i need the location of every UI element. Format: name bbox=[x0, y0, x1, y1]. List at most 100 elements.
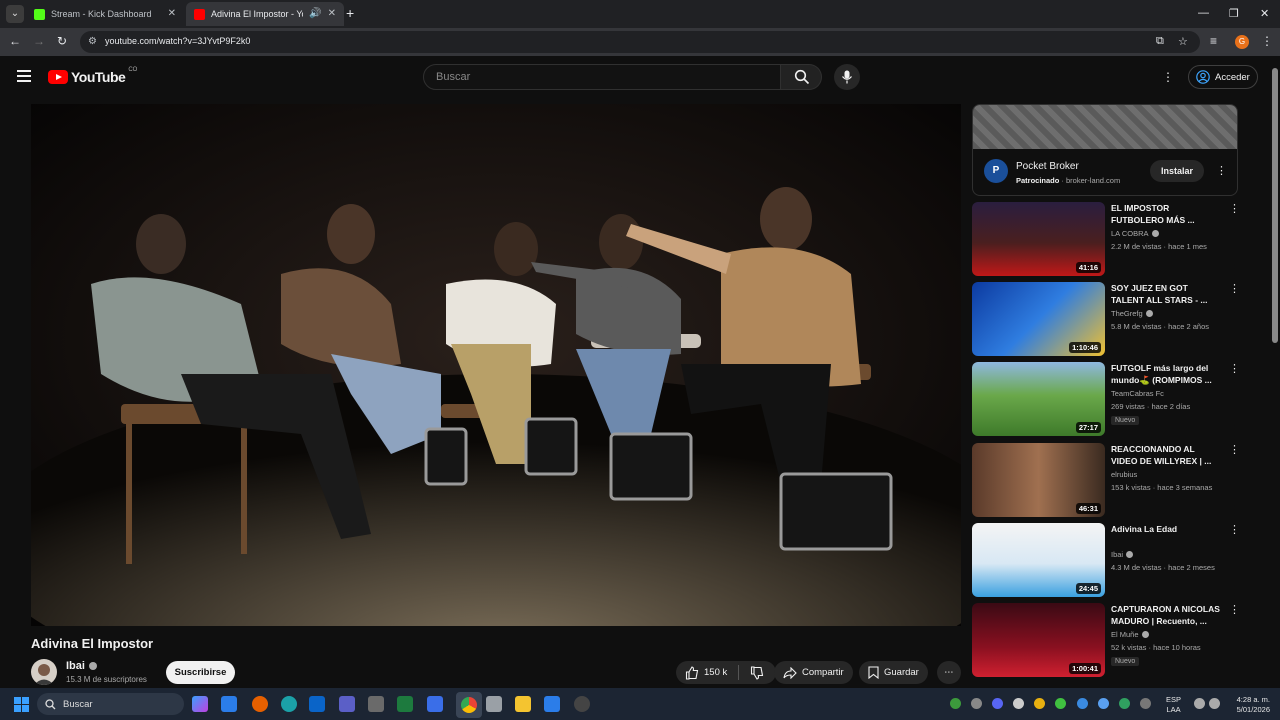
recommendation-title[interactable]: EL IMPOSTOR FUTBOLERO MÁS ... bbox=[1111, 202, 1221, 226]
channel-name-text[interactable]: Ibai bbox=[66, 660, 85, 672]
taskbar-search[interactable]: Buscar bbox=[37, 693, 184, 715]
channel-name-text[interactable]: El Muñe bbox=[1111, 630, 1139, 639]
tray-app-icon[interactable] bbox=[1119, 698, 1130, 709]
chrome-icon[interactable] bbox=[461, 697, 477, 713]
video-thumbnail[interactable]: 1:10:46 bbox=[972, 282, 1105, 356]
restore-icon[interactable]: ❐ bbox=[1229, 7, 1239, 20]
recommendation-item[interactable]: 1:00:41 CAPTURARON A NICOLAS MADURO | Re… bbox=[972, 603, 1240, 677]
new-tab-button[interactable]: + bbox=[346, 6, 354, 20]
tray-app-icon[interactable] bbox=[1140, 698, 1151, 709]
reload-icon[interactable]: ↻ bbox=[57, 34, 67, 48]
video-thumbnail[interactable]: 1:00:41 bbox=[972, 603, 1105, 677]
channel-avatar[interactable] bbox=[31, 659, 57, 685]
video-thumbnail[interactable]: 24:45 bbox=[972, 523, 1105, 597]
audio-playing-icon[interactable]: 🔊 bbox=[309, 2, 321, 26]
firefox-icon[interactable] bbox=[252, 696, 268, 712]
tray-app-icon[interactable] bbox=[1034, 698, 1045, 709]
security-icon[interactable] bbox=[1077, 698, 1088, 709]
channel-name-text[interactable]: TheGrefg bbox=[1111, 309, 1143, 318]
profile-avatar[interactable]: G bbox=[1235, 35, 1249, 49]
recommendation-title[interactable]: SOY JUEZ EN GOT TALENT ALL STARS - ... bbox=[1111, 282, 1221, 306]
tab-search-button[interactable]: ⌄ bbox=[6, 5, 24, 23]
ad-menu-icon[interactable]: ⋮ bbox=[1216, 164, 1227, 177]
tray-app-icon[interactable] bbox=[1013, 698, 1024, 709]
recommendation-channel[interactable]: elrubius bbox=[1111, 470, 1137, 479]
recommendation-menu-icon[interactable]: ⋮ bbox=[1229, 603, 1240, 616]
outlook-icon[interactable] bbox=[309, 696, 325, 712]
recommendation-item[interactable]: 1:10:46 SOY JUEZ EN GOT TALENT ALL STARS… bbox=[972, 282, 1240, 356]
install-app-icon[interactable]: ⧉ bbox=[1156, 35, 1164, 48]
close-tab-icon[interactable]: ✕ bbox=[168, 2, 176, 26]
site-info-icon[interactable]: ⚙ bbox=[88, 36, 100, 48]
like-count[interactable]: 150 k bbox=[704, 667, 727, 678]
tab-youtube-video[interactable]: Adivina El Impostor - YouTube 🔊 ✕ bbox=[186, 2, 344, 26]
like-icon[interactable] bbox=[685, 665, 699, 680]
recommendation-menu-icon[interactable]: ⋮ bbox=[1229, 523, 1240, 536]
windows-start-icon[interactable] bbox=[14, 697, 29, 712]
video-thumbnail[interactable]: 41:16 bbox=[972, 202, 1105, 276]
page-scrollbar[interactable] bbox=[1270, 58, 1280, 686]
video-thumbnail[interactable]: 46:31 bbox=[972, 443, 1105, 517]
recommendation-menu-icon[interactable]: ⋮ bbox=[1229, 282, 1240, 295]
subscribe-button[interactable]: Suscribirse bbox=[166, 661, 235, 684]
minimize-icon[interactable]: — bbox=[1198, 7, 1209, 19]
copilot-icon[interactable] bbox=[192, 696, 208, 712]
scrollbar-thumb[interactable] bbox=[1272, 68, 1278, 343]
recommendation-channel[interactable]: TeamCabras Fc bbox=[1111, 389, 1164, 398]
snipping-tool-icon[interactable] bbox=[486, 696, 502, 712]
system-clock[interactable]: 4:28 a. m. 5/01/2026 bbox=[1226, 695, 1270, 715]
channel-name-text[interactable]: Ibai bbox=[1111, 550, 1123, 559]
microsoft-store-icon[interactable] bbox=[221, 696, 237, 712]
settings-menu-icon[interactable]: ⋮ bbox=[1162, 70, 1174, 84]
dislike-icon[interactable] bbox=[750, 665, 764, 680]
app-icon[interactable] bbox=[427, 696, 443, 712]
more-actions-button[interactable]: ⋯ bbox=[937, 661, 961, 684]
recommendation-title[interactable]: REACCIONANDO AL VIDEO DE WILLYREX | ... bbox=[1111, 443, 1221, 467]
browser-menu-icon[interactable]: ⋮ bbox=[1261, 34, 1273, 48]
channel-name-text[interactable]: LA COBRA bbox=[1111, 229, 1149, 238]
back-icon[interactable]: ← bbox=[9, 34, 21, 48]
bookmark-star-icon[interactable]: ☆ bbox=[1178, 35, 1188, 48]
tray-app-icon[interactable] bbox=[1055, 698, 1066, 709]
youtube-logo[interactable]: YouTube CO bbox=[48, 67, 137, 85]
address-bar[interactable]: ⚙ youtube.com/watch?v=3JYvtP9F2k0 ⧉ ☆ bbox=[80, 31, 1200, 53]
hamburger-menu-icon[interactable] bbox=[17, 70, 31, 82]
recommendation-menu-icon[interactable]: ⋮ bbox=[1229, 362, 1240, 375]
edge-icon[interactable] bbox=[281, 696, 297, 712]
excel-icon[interactable] bbox=[397, 696, 413, 712]
app-window-icon[interactable] bbox=[544, 696, 560, 712]
ad-logo[interactable]: P bbox=[984, 159, 1008, 183]
recommendation-item[interactable]: 46:31 REACCIONANDO AL VIDEO DE WILLYREX … bbox=[972, 443, 1240, 517]
media-controls-icon[interactable]: ≡ bbox=[1210, 34, 1217, 48]
wifi-icon[interactable] bbox=[1194, 698, 1205, 709]
channel-name-text[interactable]: TeamCabras Fc bbox=[1111, 389, 1164, 398]
recommendation-title[interactable]: CAPTURARON A NICOLAS MADURO | Recuento, … bbox=[1111, 603, 1221, 627]
recommendation-menu-icon[interactable]: ⋮ bbox=[1229, 443, 1240, 456]
ad-title[interactable]: Pocket Broker bbox=[1016, 161, 1079, 172]
teams-icon[interactable] bbox=[339, 696, 355, 712]
url-text[interactable]: youtube.com/watch?v=3JYvtP9F2k0 bbox=[105, 36, 250, 46]
language-indicator[interactable]: ESP LAA bbox=[1166, 695, 1181, 715]
tray-app-icon[interactable] bbox=[950, 698, 961, 709]
discord-icon[interactable] bbox=[992, 698, 1003, 709]
sign-in-button[interactable]: Acceder bbox=[1188, 65, 1258, 89]
volume-icon[interactable] bbox=[1209, 698, 1220, 709]
recommendation-channel[interactable]: El Muñe bbox=[1111, 630, 1149, 639]
ad-banner-image[interactable] bbox=[973, 105, 1237, 149]
recommendation-title[interactable]: Adivina La Edad bbox=[1111, 523, 1221, 535]
recommendation-channel[interactable]: TheGrefg bbox=[1111, 309, 1153, 318]
recommendation-channel[interactable]: LA COBRA bbox=[1111, 229, 1159, 238]
recommendation-item[interactable]: 24:45 Adivina La Edad Ibai 4.3 M de vist… bbox=[972, 523, 1240, 597]
search-box[interactable] bbox=[423, 64, 781, 90]
install-button[interactable]: Instalar bbox=[1150, 160, 1204, 182]
recommendation-channel[interactable]: Ibai bbox=[1111, 550, 1134, 559]
file-explorer-icon[interactable] bbox=[515, 696, 531, 712]
sponsored-ad-card[interactable]: P Pocket Broker Patrocinado · broker-lan… bbox=[972, 104, 1238, 196]
tray-app-icon[interactable] bbox=[971, 698, 982, 709]
share-button[interactable]: Compartir bbox=[774, 661, 853, 684]
search-button[interactable] bbox=[781, 64, 822, 90]
calculator-icon[interactable] bbox=[368, 696, 384, 712]
close-tab-icon[interactable]: ✕ bbox=[328, 2, 336, 26]
close-window-icon[interactable]: ✕ bbox=[1260, 7, 1269, 20]
recommendation-menu-icon[interactable]: ⋮ bbox=[1229, 202, 1240, 215]
